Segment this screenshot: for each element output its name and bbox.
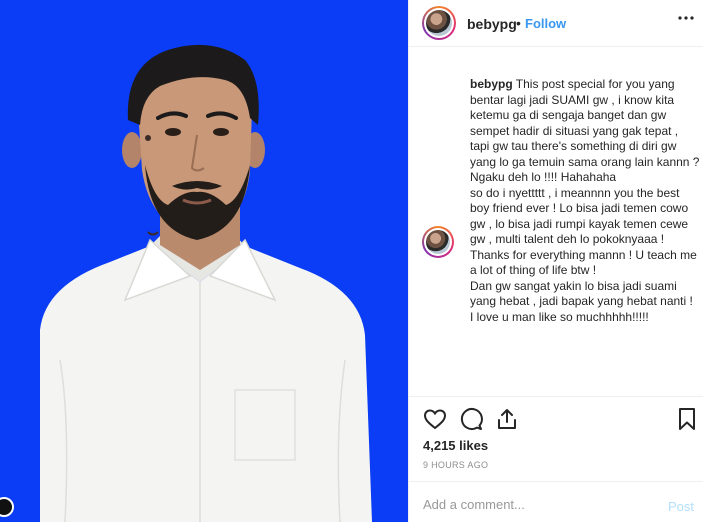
post-header: bebypg • Follow xyxy=(409,0,703,47)
bookmark-icon[interactable] xyxy=(675,407,699,431)
comment-input[interactable] xyxy=(423,494,643,514)
separator-dot: • xyxy=(516,15,521,31)
post-caption: bebypg This post special for you yang be… xyxy=(470,77,700,325)
caption-avatar[interactable] xyxy=(422,226,454,258)
username-link[interactable]: bebypg xyxy=(467,16,517,32)
avatar[interactable] xyxy=(422,6,456,40)
post-photo[interactable] xyxy=(0,0,408,522)
avatar-image xyxy=(426,10,452,36)
more-icon[interactable] xyxy=(678,10,694,31)
heart-icon[interactable] xyxy=(423,407,447,431)
post-comment-button[interactable]: Post xyxy=(668,499,694,514)
post-sidebar: bebypg • Follow bebypg This post special… xyxy=(408,0,703,522)
caption-username[interactable]: bebypg xyxy=(470,77,513,91)
action-bar xyxy=(409,396,703,436)
share-icon[interactable] xyxy=(495,407,519,431)
comment-icon[interactable] xyxy=(459,407,483,431)
post-timestamp[interactable]: 9 HOURS AGO xyxy=(423,460,488,470)
caption-avatar-image xyxy=(426,230,450,254)
comment-bar: Post xyxy=(409,481,703,522)
caption-text: This post special for you yang bentar la… xyxy=(470,77,700,324)
follow-button[interactable]: Follow xyxy=(525,16,566,31)
likes-count[interactable]: 4,215 likes xyxy=(423,438,488,453)
portrait-illustration xyxy=(40,44,372,522)
